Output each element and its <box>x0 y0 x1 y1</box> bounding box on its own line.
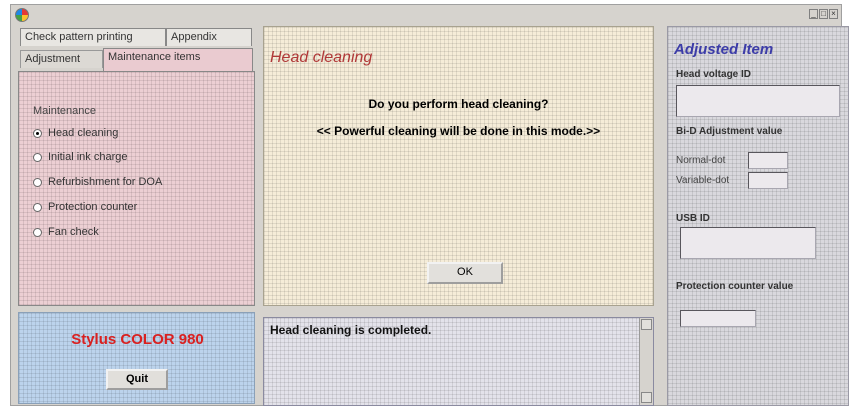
radio-label: Protection counter <box>48 201 138 213</box>
protection-counter-field <box>680 310 756 327</box>
tab-appendix[interactable]: Appendix <box>166 28 252 46</box>
head-voltage-id-field <box>676 85 840 117</box>
title-bar: _ □ × <box>11 5 841 25</box>
scroll-down-button[interactable] <box>641 392 652 403</box>
radio-label: Initial ink charge <box>48 151 128 163</box>
radio-label: Refurbishment for DOA <box>48 176 163 188</box>
bi-d-adjustment-label: Bi-D Adjustment value <box>676 126 783 137</box>
usb-id-field <box>680 227 816 259</box>
log-scrollbar[interactable] <box>639 318 653 405</box>
head-cleaning-panel: Head cleaning Do you perform head cleani… <box>263 26 654 306</box>
radio-label: Fan check <box>48 226 99 238</box>
tab-check-pattern-printing[interactable]: Check pattern printing <box>20 28 166 46</box>
head-voltage-id-label: Head voltage ID <box>676 69 752 80</box>
radio-checked-icon <box>33 128 42 138</box>
app-window: _ □ × Check pattern printing Appendix Ad… <box>10 4 849 406</box>
quit-button[interactable]: Quit <box>106 369 168 390</box>
maintenance-group-label: Maintenance <box>33 105 96 117</box>
variable-dot-label: Variable-dot <box>676 175 730 186</box>
printer-model-name: Stylus COLOR 980 <box>71 331 204 348</box>
radio-unchecked-icon <box>33 152 42 162</box>
confirmation-question: Do you perform head cleaning? <box>368 97 549 111</box>
normal-dot-label: Normal-dot <box>676 155 726 166</box>
maintenance-tab-body: Maintenance Head cleaning Initial ink ch… <box>18 71 255 306</box>
maintenance-tab-panel: Check pattern printing Appendix Adjustme… <box>18 26 255 306</box>
radio-initial-ink-charge[interactable]: Initial ink charge <box>33 150 128 164</box>
radio-unchecked-icon <box>33 202 42 212</box>
radio-fan-check[interactable]: Fan check <box>33 225 99 239</box>
minimize-button[interactable]: _ <box>809 9 818 19</box>
usb-id-label: USB ID <box>676 213 710 224</box>
tab-adjustment[interactable]: Adjustment <box>20 50 103 68</box>
adjusted-item-panel: Adjusted Item Head voltage ID Bi-D Adjus… <box>667 26 849 406</box>
normal-dot-field <box>748 152 788 169</box>
radio-protection-counter[interactable]: Protection counter <box>33 200 137 214</box>
tab-maintenance-items[interactable]: Maintenance items <box>103 48 253 72</box>
variable-dot-field <box>748 172 788 189</box>
status-message: Head cleaning is completed. <box>270 323 432 337</box>
protection-counter-label: Protection counter value <box>676 281 794 292</box>
radio-refurbishment-for-doa[interactable]: Refurbishment for DOA <box>33 175 162 189</box>
ok-button[interactable]: OK <box>427 262 503 284</box>
model-panel: Stylus COLOR 980 Quit <box>18 312 255 404</box>
radio-head-cleaning[interactable]: Head cleaning <box>33 126 118 140</box>
radio-unchecked-icon <box>33 177 42 187</box>
cleaning-mode-note: << Powerful cleaning will be done in thi… <box>316 124 601 138</box>
adjusted-item-title: Adjusted Item <box>674 41 774 58</box>
radio-label: Head cleaning <box>48 127 119 139</box>
app-logo-icon <box>15 8 29 22</box>
page-title: Head cleaning <box>270 49 373 66</box>
close-button[interactable]: × <box>829 9 838 19</box>
maximize-button[interactable]: □ <box>819 9 828 19</box>
status-log: Head cleaning is completed. <box>263 317 654 406</box>
scroll-up-button[interactable] <box>641 319 652 330</box>
radio-unchecked-icon <box>33 227 42 237</box>
